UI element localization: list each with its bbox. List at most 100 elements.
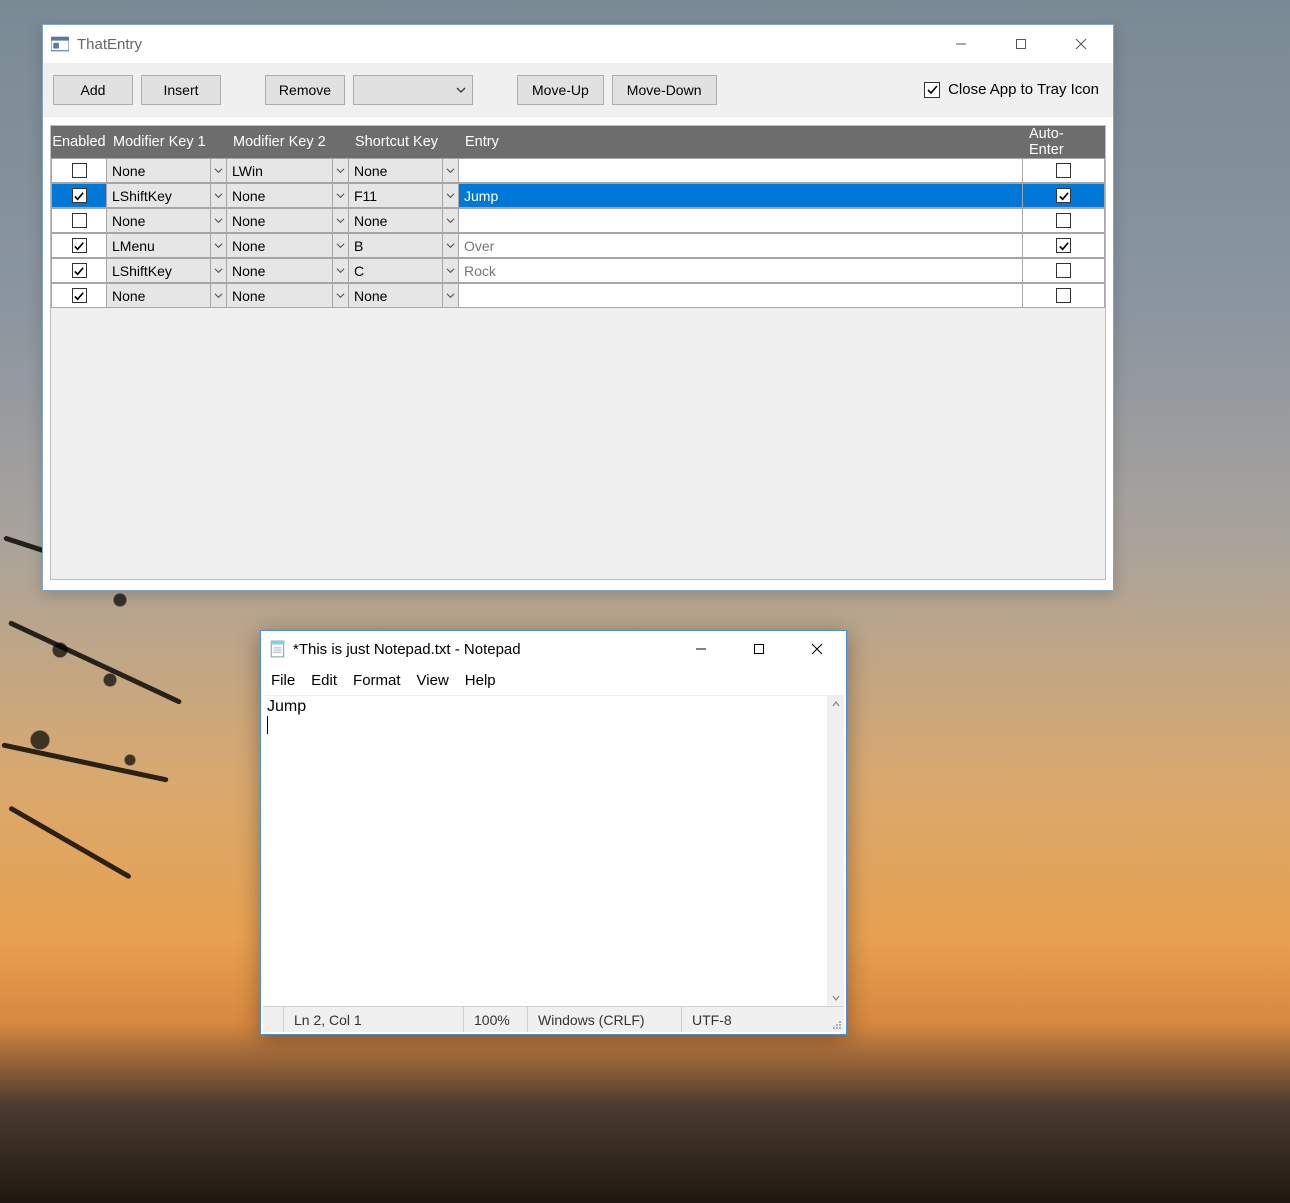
minimize-button[interactable] (931, 25, 991, 63)
checkbox[interactable] (1056, 288, 1071, 303)
cell-auto[interactable] (1023, 183, 1105, 208)
header-enabled[interactable]: Enabled (51, 126, 107, 158)
thatentry-app-icon (51, 35, 69, 53)
checkbox[interactable] (1056, 263, 1071, 278)
notepad-minimize-button[interactable] (672, 631, 730, 667)
cell-entry[interactable] (459, 158, 1023, 183)
cell-entry[interactable] (459, 208, 1023, 233)
status-zoom: 100% (463, 1007, 527, 1032)
notepad-title: *This is just Notepad.txt - Notepad (293, 641, 521, 658)
cell-mod2[interactable]: None (227, 258, 349, 283)
checkbox[interactable] (1056, 188, 1071, 203)
cell-entry[interactable]: Rock (459, 258, 1023, 283)
checkbox[interactable] (1056, 163, 1071, 178)
cell-entry[interactable]: Jump (459, 183, 1023, 208)
header-shortcut[interactable]: Shortcut Key (349, 126, 459, 158)
move-up-button[interactable]: Move-Up (517, 75, 604, 105)
cell-auto[interactable] (1023, 208, 1105, 233)
resize-grip-icon[interactable] (826, 1007, 844, 1032)
notepad-close-button[interactable] (788, 631, 846, 667)
cell-mod2[interactable]: None (227, 283, 349, 308)
scroll-down-icon[interactable] (827, 989, 844, 1006)
cell-mod1[interactable]: LShiftKey (107, 258, 227, 283)
cell-auto[interactable] (1023, 158, 1105, 183)
insert-button[interactable]: Insert (141, 75, 221, 105)
thatentry-titlebar[interactable]: ThatEntry (43, 25, 1113, 63)
checkbox[interactable] (72, 238, 87, 253)
cell-mod1[interactable]: None (107, 208, 227, 233)
checkbox[interactable] (1056, 213, 1071, 228)
chevron-down-icon (442, 184, 458, 207)
close-to-tray-option[interactable]: Close App to Tray Icon (924, 81, 1103, 98)
cell-auto[interactable] (1023, 283, 1105, 308)
cell-enabled[interactable] (51, 158, 107, 183)
header-mod2[interactable]: Modifier Key 2 (227, 126, 349, 158)
cell-mod2[interactable]: None (227, 233, 349, 258)
cell-enabled[interactable] (51, 233, 107, 258)
cell-enabled[interactable] (51, 183, 107, 208)
cell-enabled[interactable] (51, 283, 107, 308)
checkbox[interactable] (72, 213, 87, 228)
move-down-button[interactable]: Move-Down (612, 75, 717, 105)
cell-shortcut[interactable]: B (349, 233, 459, 258)
scroll-up-icon[interactable] (827, 695, 844, 712)
menu-format[interactable]: Format (345, 670, 409, 691)
cell-auto[interactable] (1023, 258, 1105, 283)
chevron-down-icon (210, 259, 226, 282)
cell-entry[interactable]: Over (459, 233, 1023, 258)
cell-auto[interactable] (1023, 233, 1105, 258)
notepad-scrollbar[interactable] (827, 695, 844, 1006)
notepad-textarea[interactable]: Jump (263, 695, 844, 1006)
cell-mod2[interactable]: None (227, 208, 349, 233)
table-row[interactable]: LMenuNoneBOver (51, 233, 1105, 258)
cell-mod2[interactable]: LWin (227, 158, 349, 183)
cell-enabled[interactable] (51, 208, 107, 233)
checkbox[interactable] (72, 288, 87, 303)
checkbox[interactable] (72, 163, 87, 178)
cell-shortcut[interactable]: None (349, 158, 459, 183)
close-to-tray-checkbox[interactable] (924, 82, 940, 98)
header-mod1[interactable]: Modifier Key 1 (107, 126, 227, 158)
chevron-down-icon (332, 209, 348, 232)
notepad-statusbar: Ln 2, Col 1 100% Windows (CRLF) UTF-8 (263, 1006, 844, 1032)
menu-help[interactable]: Help (457, 670, 504, 691)
header-entry[interactable]: Entry (459, 126, 1023, 158)
table-row[interactable]: LShiftKeyNoneF11Jump (51, 183, 1105, 208)
menu-file[interactable]: File (263, 670, 303, 691)
chevron-down-icon (210, 159, 226, 182)
menu-view[interactable]: View (409, 670, 457, 691)
remove-button[interactable]: Remove (265, 75, 345, 105)
header-auto[interactable]: Auto-Enter (1023, 126, 1105, 158)
table-row[interactable]: NoneNoneNone (51, 208, 1105, 233)
cell-entry[interactable] (459, 283, 1023, 308)
chevron-down-icon (442, 209, 458, 232)
menu-edit[interactable]: Edit (303, 670, 345, 691)
table-row[interactable]: NoneNoneNone (51, 283, 1105, 308)
maximize-button[interactable] (991, 25, 1051, 63)
status-position: Ln 2, Col 1 (283, 1007, 463, 1032)
table-row[interactable]: NoneLWinNone (51, 158, 1105, 183)
checkbox[interactable] (1056, 238, 1071, 253)
table-row[interactable]: LShiftKeyNoneCRock (51, 258, 1105, 283)
toolbar-combo[interactable] (353, 75, 473, 105)
cell-shortcut[interactable]: C (349, 258, 459, 283)
checkbox[interactable] (72, 263, 87, 278)
cell-mod2[interactable]: None (227, 183, 349, 208)
cell-mod1[interactable]: LMenu (107, 233, 227, 258)
notepad-maximize-button[interactable] (730, 631, 788, 667)
status-eol: Windows (CRLF) (527, 1007, 681, 1032)
cell-enabled[interactable] (51, 258, 107, 283)
cell-shortcut[interactable]: None (349, 283, 459, 308)
chevron-down-icon (332, 234, 348, 257)
add-button[interactable]: Add (53, 75, 133, 105)
notepad-titlebar[interactable]: *This is just Notepad.txt - Notepad (261, 631, 846, 667)
close-button[interactable] (1051, 25, 1111, 63)
cell-mod1[interactable]: None (107, 283, 227, 308)
cell-shortcut[interactable]: None (349, 208, 459, 233)
chevron-down-icon (442, 284, 458, 307)
checkbox[interactable] (72, 188, 87, 203)
status-encoding: UTF-8 (681, 1007, 826, 1032)
cell-shortcut[interactable]: F11 (349, 183, 459, 208)
cell-mod1[interactable]: LShiftKey (107, 183, 227, 208)
cell-mod1[interactable]: None (107, 158, 227, 183)
